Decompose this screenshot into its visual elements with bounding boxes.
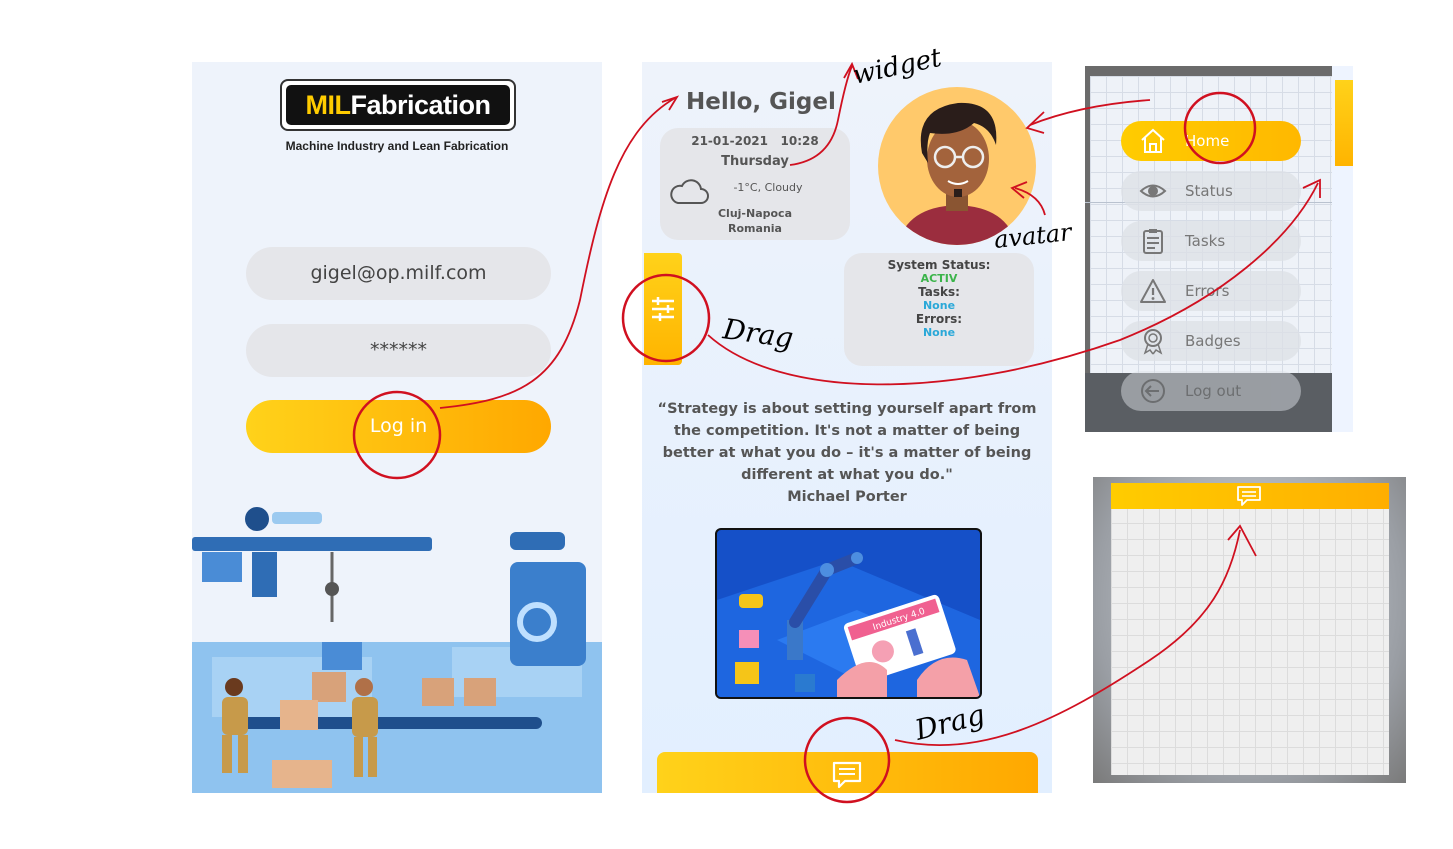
menu-item-tasks[interactable]: Tasks xyxy=(1121,221,1301,261)
menu-item-logout[interactable]: Log out xyxy=(1121,371,1301,411)
tasks-label: Tasks: xyxy=(918,285,960,299)
app-logo: MILFabrication xyxy=(280,79,516,131)
chat-icon xyxy=(1237,486,1261,506)
menu-item-errors[interactable]: Errors xyxy=(1121,271,1301,311)
errors-value: None xyxy=(922,326,956,339)
widget-city: Cluj-Napoca xyxy=(717,207,792,220)
menu-item-label: Errors xyxy=(1185,282,1230,300)
home-icon xyxy=(1141,128,1165,153)
quote-text: “Strategy is about setting yourself apar… xyxy=(657,401,1037,483)
avatar[interactable] xyxy=(878,87,1036,245)
menu-drag-handle[interactable] xyxy=(644,253,682,365)
menu-item-home[interactable]: Home xyxy=(1121,121,1301,161)
login-screen: MILFabrication Machine Industry and Lean… xyxy=(192,62,602,793)
menu-tab-handle[interactable] xyxy=(1335,80,1353,166)
logo-rest: Fabrication xyxy=(350,90,491,120)
factory-illustration xyxy=(192,507,602,793)
sliders-icon xyxy=(652,297,674,321)
eye-icon xyxy=(1139,184,1167,198)
cloud-icon xyxy=(670,179,709,204)
widget-day: Thursday xyxy=(721,154,789,169)
tasks-value: None xyxy=(922,299,956,312)
widget-country: Romania xyxy=(728,222,782,235)
home-screen: Hello, Gigel 21-01-2021 10:28 Thursday -… xyxy=(642,62,1052,793)
menu-item-label: Status xyxy=(1185,182,1233,200)
password-field[interactable]: ****** xyxy=(246,324,551,377)
menu-item-badges[interactable]: Badges xyxy=(1121,321,1301,361)
badge-icon xyxy=(1143,329,1163,355)
chat-icon xyxy=(832,761,862,789)
system-status-label: System Status: xyxy=(887,258,991,272)
system-status-card: System Status: ACTIV Tasks: None Errors:… xyxy=(844,253,1034,366)
errors-label: Errors: xyxy=(915,312,963,326)
greeting-title: Hello, Gigel xyxy=(686,89,836,115)
chat-drawer-handle[interactable] xyxy=(657,752,1038,793)
system-status-value: ACTIV xyxy=(920,272,958,285)
chat-area[interactable] xyxy=(1111,507,1389,775)
avatar-illustration xyxy=(898,102,1016,245)
side-menu-panel: Home Status Tasks Errors Badges Log out xyxy=(1085,66,1353,432)
logo-prefix: MIL xyxy=(305,90,351,120)
logout-icon xyxy=(1141,379,1165,403)
widget-date: 21-01-2021 xyxy=(691,134,768,148)
quote-author: Michael Porter xyxy=(787,489,907,505)
date-weather-widget: 21-01-2021 10:28 Thursday -1°C, Cloudy C… xyxy=(660,128,850,240)
quote-block: “Strategy is about setting yourself apar… xyxy=(652,398,1042,508)
widget-weather: -1°C, Cloudy xyxy=(733,181,803,194)
widget-time: 10:28 xyxy=(780,134,819,148)
menu-item-label: Badges xyxy=(1185,332,1241,350)
warning-icon xyxy=(1140,279,1166,303)
logo-subtitle: Machine Industry and Lean Fabrication xyxy=(285,139,509,153)
industry-illustration: Industry 4.0 xyxy=(715,528,982,699)
login-button[interactable]: Log in xyxy=(246,400,551,453)
menu-item-label: Log out xyxy=(1185,382,1242,400)
menu-item-label: Tasks xyxy=(1185,232,1226,250)
email-field[interactable]: gigel@op.milf.com xyxy=(246,247,551,300)
menu-item-status[interactable]: Status xyxy=(1121,171,1301,211)
clipboard-icon xyxy=(1143,229,1163,254)
menu-item-label: Home xyxy=(1185,132,1230,150)
chat-drawer-panel xyxy=(1093,477,1406,783)
chat-drawer-header[interactable] xyxy=(1111,483,1389,509)
